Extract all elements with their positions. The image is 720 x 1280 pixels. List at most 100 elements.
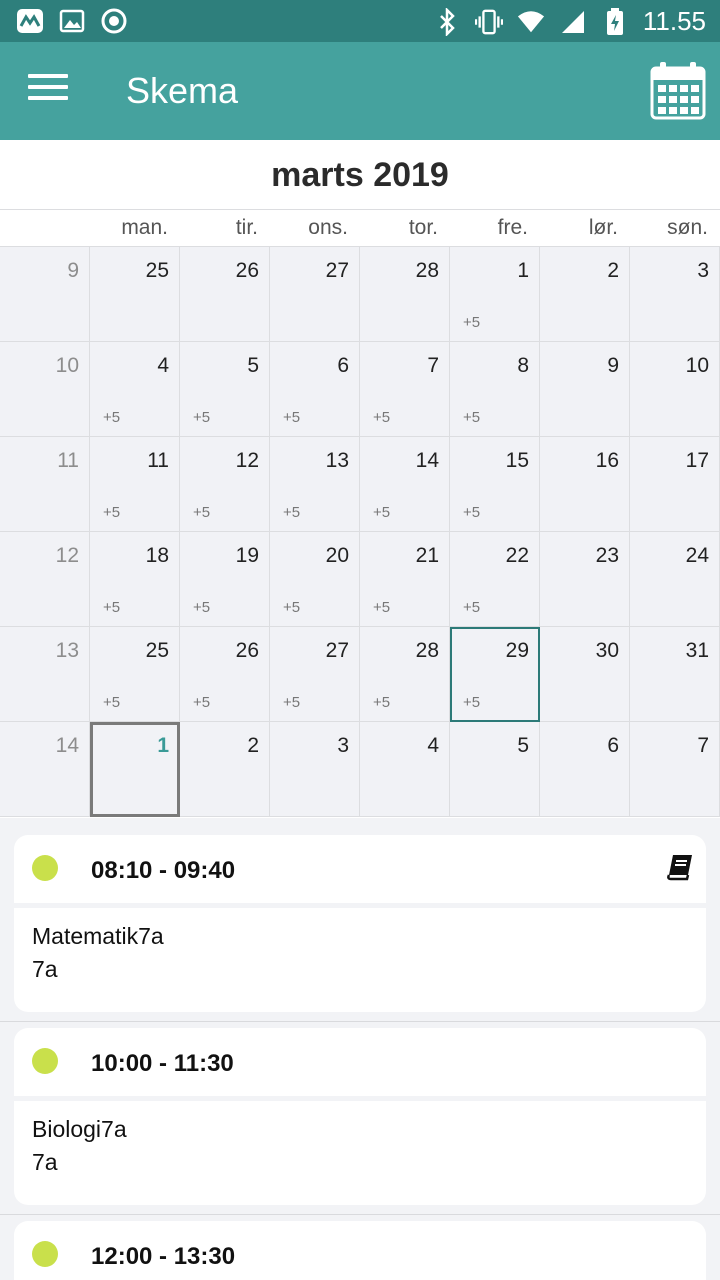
more-events-badge: +5 [283, 504, 301, 521]
divider [0, 1021, 720, 1022]
day-cell[interactable]: 2 [180, 722, 270, 817]
day-cell[interactable]: 27 [270, 247, 360, 342]
day-number: 16 [595, 449, 619, 472]
day-cell-today[interactable]: 1 [90, 722, 180, 817]
weekday-label: fre. [497, 216, 528, 239]
day-cell[interactable]: 14 +5 [360, 437, 450, 532]
day-cell[interactable]: 15 +5 [450, 437, 540, 532]
day-cell[interactable]: 6 [540, 722, 630, 817]
day-cell[interactable]: 6 +5 [270, 342, 360, 437]
more-events-badge: +5 [373, 504, 391, 521]
bluetooth-icon [433, 7, 461, 36]
day-cell[interactable]: 3 [270, 722, 360, 817]
event-status-dot [32, 1048, 58, 1074]
battery-charging-icon [601, 7, 629, 36]
week-number-cell: 14 [0, 722, 90, 817]
day-number: 5 [517, 734, 529, 757]
day-cell[interactable]: 4 +5 [90, 342, 180, 437]
status-clock: 11.55 [642, 6, 706, 36]
day-cell[interactable]: 26 +5 [180, 627, 270, 722]
day-number: 18 [145, 544, 169, 567]
day-number: 7 [697, 734, 709, 757]
day-cell[interactable]: 1 +5 [450, 247, 540, 342]
more-events-badge: +5 [193, 409, 211, 426]
day-cell[interactable]: 27 +5 [270, 627, 360, 722]
day-cell[interactable]: 11 +5 [90, 437, 180, 532]
day-number: 25 [145, 639, 169, 662]
month-title[interactable]: marts 2019 [0, 140, 720, 210]
more-events-badge: +5 [193, 504, 211, 521]
day-cell-selected[interactable]: 29 +5 [450, 627, 540, 722]
day-cell[interactable]: 10 [630, 342, 720, 437]
day-cell[interactable]: 13 +5 [270, 437, 360, 532]
more-events-badge: +5 [103, 694, 121, 711]
day-cell[interactable]: 7 +5 [360, 342, 450, 437]
event-details[interactable]: Matematik7a 7a [14, 908, 706, 1012]
day-cell[interactable]: 16 [540, 437, 630, 532]
calendar-grid: 9 25 26 27 28 1 +5 2 3 10 4 +5 5 +5 6 +5 7 +5 8 +5 9 10 11 11 +5… [0, 247, 720, 818]
event-status-dot [32, 855, 58, 881]
week-number: 10 [55, 354, 79, 377]
day-cell[interactable]: 23 [540, 532, 630, 627]
more-events-badge: +5 [283, 694, 301, 711]
day-number: 26 [235, 639, 259, 662]
day-cell[interactable]: 9 [540, 342, 630, 437]
day-number: 1 [517, 259, 529, 282]
day-cell[interactable]: 7 [630, 722, 720, 817]
hamburger-menu-icon[interactable] [28, 74, 68, 108]
event-class: 7a [32, 956, 58, 982]
event-header[interactable]: 10:00 - 11:30 [14, 1028, 706, 1096]
day-cell[interactable]: 30 [540, 627, 630, 722]
day-number: 28 [415, 259, 439, 282]
day-cell[interactable]: 8 +5 [450, 342, 540, 437]
signal-icon [559, 8, 587, 36]
event-card[interactable]: 12:00 - 13:30 [14, 1221, 706, 1280]
day-number: 21 [415, 544, 439, 567]
event-card[interactable]: 10:00 - 11:30 Biologi7a 7a [14, 1028, 706, 1205]
day-cell[interactable]: 17 [630, 437, 720, 532]
day-cell[interactable]: 28 [360, 247, 450, 342]
day-number: 12 [235, 449, 259, 472]
day-cell[interactable]: 31 [630, 627, 720, 722]
day-cell[interactable]: 5 +5 [180, 342, 270, 437]
day-cell[interactable]: 12 +5 [180, 437, 270, 532]
day-cell[interactable]: 3 [630, 247, 720, 342]
event-header[interactable]: 08:10 - 09:40 [14, 835, 706, 903]
day-cell[interactable]: 28 +5 [360, 627, 450, 722]
event-subject: Biologi7a [32, 1116, 127, 1142]
day-cell[interactable]: 4 [360, 722, 450, 817]
more-events-badge: +5 [373, 694, 391, 711]
calendar-icon[interactable] [650, 62, 706, 120]
event-card[interactable]: 08:10 - 09:40 Matematik7a 7a [14, 835, 706, 1012]
day-number: 10 [685, 354, 709, 377]
day-cell[interactable]: 22 +5 [450, 532, 540, 627]
day-number: 25 [145, 259, 169, 282]
day-cell[interactable]: 26 [180, 247, 270, 342]
day-cell[interactable]: 19 +5 [180, 532, 270, 627]
week-number: 14 [55, 734, 79, 757]
app-bar: Skema [0, 42, 720, 140]
day-number: 28 [415, 639, 439, 662]
day-cell[interactable]: 5 [450, 722, 540, 817]
book-icon[interactable] [666, 853, 694, 881]
event-details[interactable]: Biologi7a 7a [14, 1101, 706, 1205]
day-cell[interactable]: 20 +5 [270, 532, 360, 627]
day-cell[interactable]: 21 +5 [360, 532, 450, 627]
day-number: 19 [235, 544, 259, 567]
day-number: 1 [157, 734, 169, 757]
event-header[interactable]: 12:00 - 13:30 [14, 1221, 706, 1280]
status-bar: 11.55 [0, 0, 720, 42]
day-number: 29 [505, 639, 529, 662]
day-cell[interactable]: 25 [90, 247, 180, 342]
more-events-badge: +5 [463, 409, 481, 426]
app-notification-icon [16, 7, 44, 35]
event-time: 12:00 - 13:30 [91, 1243, 236, 1270]
day-number: 13 [325, 449, 349, 472]
day-cell[interactable]: 24 [630, 532, 720, 627]
day-cell[interactable]: 25 +5 [90, 627, 180, 722]
day-cell[interactable]: 18 +5 [90, 532, 180, 627]
day-cell[interactable]: 2 [540, 247, 630, 342]
day-number: 27 [325, 639, 349, 662]
weekday-label: tir. [235, 216, 258, 239]
day-number: 23 [595, 544, 619, 567]
